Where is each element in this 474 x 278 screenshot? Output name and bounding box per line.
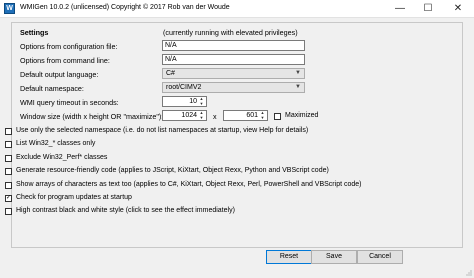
maximized-label: Maximized [285,112,319,119]
namespace-value: root/CIMV2 [166,84,202,91]
app-icon: W [4,3,15,14]
option-checkbox-label: Generate resource-friendly code (applies… [16,167,329,175]
options-cmdline-field[interactable]: N/A [162,54,305,65]
window-title: WMIGen 10.0.2 (unlicensed) Copyright © 2… [20,4,230,11]
output-language-label: Default output language: [20,70,99,79]
spin-arrows-icon[interactable]: ▲ ▼ [198,110,205,120]
chevron-down-icon: ▼ [295,84,301,90]
resize-grip-icon[interactable] [466,270,472,276]
maximize-button[interactable]: ☐ [414,0,442,17]
option-checkbox[interactable] [5,128,12,135]
output-language-value: C# [166,70,175,77]
chevron-down-icon: ▼ [295,70,301,76]
settings-panel: Settings (currently running with elevate… [5,22,463,248]
timeout-stepper[interactable]: 10 ▲ ▼ [162,96,207,107]
namespace-label: Default namespace: [20,84,84,93]
minimize-button[interactable]: — [386,0,414,17]
window-size-label: Window size (width x height OR "maximize… [20,112,164,121]
cancel-button[interactable]: Cancel [357,250,403,264]
option-checkbox-label: Use only the selected namespace (i.e. do… [16,127,309,134]
option-checkbox[interactable] [5,208,12,216]
privilege-status: (currently running with elevated privile… [163,28,298,37]
option-checkbox[interactable] [5,168,12,176]
timeout-label: WMI query timeout in seconds: [20,98,119,107]
window-width-value: 1024 [181,112,197,119]
client-area: Settings (currently running with elevate… [0,18,474,278]
option-checkbox[interactable] [5,141,12,149]
reset-button[interactable]: Reset [266,250,312,264]
option-checkbox-label: Check for program updates at startup [16,194,132,201]
options-config-label: Options from configuration file: [20,42,118,51]
settings-heading: Settings [20,28,49,37]
timeout-value: 10 [189,98,197,105]
option-checkbox-label: Exclude Win32_Perf* classes [16,153,108,161]
namespace-select[interactable]: root/CIMV2 ▼ [162,82,305,93]
option-checkbox[interactable]: ✓ [5,195,12,202]
size-separator: x [213,112,217,121]
window-width-stepper[interactable]: 1024 ▲ ▼ [162,110,207,121]
option-checkbox[interactable] [5,181,12,189]
option-checkbox-label: High contrast black and white style (cli… [16,207,235,215]
window-height-value: 601 [246,112,258,119]
option-checkbox[interactable] [5,154,12,162]
spin-arrows-icon[interactable]: ▲ ▼ [198,96,205,106]
options-cmdline-label: Options from command line: [20,56,110,65]
title-bar: W WMIGen 10.0.2 (unlicensed) Copyright ©… [0,0,474,18]
close-button[interactable]: ✕ [442,0,474,17]
options-config-field[interactable]: N/A [162,40,305,51]
spin-arrows-icon[interactable]: ▲ ▼ [259,110,266,120]
save-button[interactable]: Save [311,250,357,264]
window-height-stepper[interactable]: 601 ▲ ▼ [223,110,268,121]
output-language-select[interactable]: C# ▼ [162,68,305,79]
option-checkbox-label: List Win32_* classes only [16,140,96,148]
maximized-checkbox[interactable] [274,113,281,120]
option-checkbox-label: Show arrays of characters as text too (a… [16,180,362,188]
